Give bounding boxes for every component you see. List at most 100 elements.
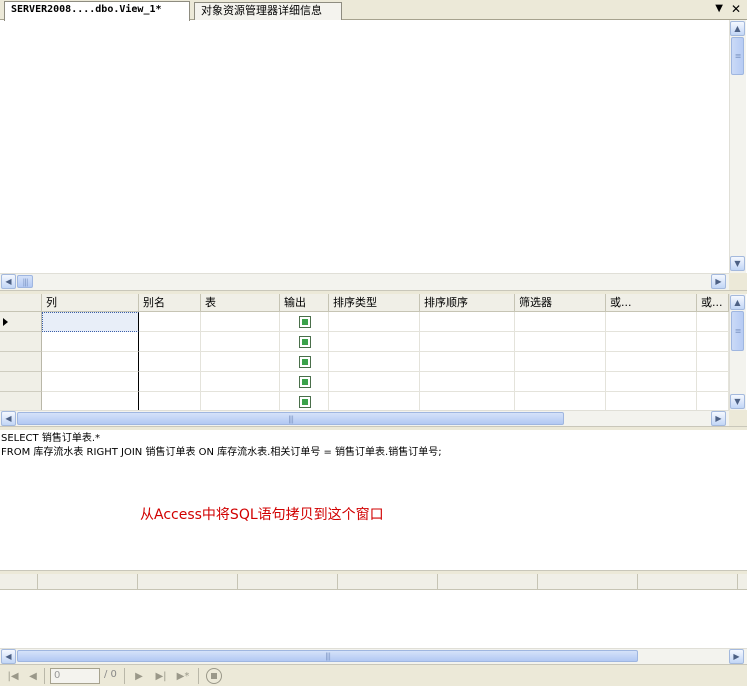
scroll-left-icon[interactable]: ◀ bbox=[1, 411, 16, 426]
grid-cell[interactable] bbox=[697, 312, 729, 332]
tab-object-explorer-details[interactable]: 对象资源管理器详细信息 bbox=[194, 2, 342, 20]
grid-cell[interactable] bbox=[420, 392, 515, 412]
scroll-left-icon[interactable]: ◀ bbox=[1, 649, 16, 664]
grid-horizontal-scrollbar[interactable]: ◀ ||| ▶ bbox=[0, 410, 729, 427]
grid-cell[interactable] bbox=[201, 352, 280, 372]
grid-cell[interactable] bbox=[420, 332, 515, 352]
grid-cell[interactable] bbox=[201, 312, 280, 332]
grid-cell[interactable] bbox=[139, 392, 201, 412]
grid-cell[interactable] bbox=[139, 312, 201, 332]
output-checkbox[interactable] bbox=[299, 356, 311, 368]
grid-cell[interactable] bbox=[420, 372, 515, 392]
grid-vertical-scrollbar[interactable]: ▲ ≡ ▼ bbox=[729, 294, 746, 411]
grid-cell-column[interactable] bbox=[42, 372, 139, 392]
new-record-icon[interactable]: ▶* bbox=[176, 669, 190, 683]
close-icon[interactable]: ✕ bbox=[731, 2, 741, 16]
grid-cell-output[interactable] bbox=[280, 332, 329, 352]
current-record-input[interactable]: 0 bbox=[50, 668, 100, 684]
scroll-down-icon[interactable]: ▼ bbox=[730, 256, 745, 271]
output-checkbox[interactable] bbox=[299, 336, 311, 348]
grid-cell[interactable] bbox=[606, 332, 697, 352]
grid-cell[interactable] bbox=[201, 332, 280, 352]
output-checkbox[interactable] bbox=[299, 396, 311, 408]
scroll-thumb[interactable]: ≡ bbox=[731, 311, 744, 351]
grid-cell[interactable] bbox=[139, 372, 201, 392]
results-horizontal-scrollbar[interactable]: ◀ ||| ▶ bbox=[0, 648, 747, 664]
sql-line[interactable]: FROM 库存流水表 RIGHT JOIN 销售订单表 ON 库存流水表.相关订… bbox=[0, 446, 747, 460]
grid-cell[interactable] bbox=[201, 372, 280, 392]
grid-cell[interactable] bbox=[329, 312, 420, 332]
grid-cell[interactable] bbox=[606, 312, 697, 332]
scroll-right-icon[interactable]: ▶ bbox=[711, 411, 726, 426]
row-selector[interactable] bbox=[0, 352, 42, 372]
grid-header-or-1[interactable]: 或... bbox=[606, 294, 697, 312]
scroll-thumb[interactable]: ≡ bbox=[731, 37, 744, 75]
grid-cell[interactable] bbox=[139, 352, 201, 372]
grid-cell[interactable] bbox=[329, 392, 420, 412]
grid-cell-column[interactable] bbox=[42, 332, 139, 352]
grid-header-output[interactable]: 输出 bbox=[280, 294, 329, 312]
grid-cell-column[interactable] bbox=[42, 312, 139, 332]
grid-cell-output[interactable] bbox=[280, 392, 329, 412]
scroll-down-icon[interactable]: ▼ bbox=[730, 394, 745, 409]
grid-header-column[interactable]: 列 bbox=[42, 294, 139, 312]
row-selector[interactable] bbox=[0, 372, 42, 392]
grid-cell[interactable] bbox=[515, 392, 606, 412]
grid-cell[interactable] bbox=[515, 332, 606, 352]
scroll-up-icon[interactable]: ▲ bbox=[730, 295, 745, 310]
grid-header-sort-type[interactable]: 排序类型 bbox=[329, 294, 420, 312]
table-row[interactable] bbox=[0, 352, 729, 372]
tab-view-designer[interactable]: SERVER2008....dbo.View_1* bbox=[4, 1, 190, 21]
diagram-horizontal-scrollbar[interactable]: ◀ ||| ▶ bbox=[0, 273, 729, 290]
scroll-thumb[interactable]: ||| bbox=[17, 412, 564, 425]
grid-cell[interactable] bbox=[329, 372, 420, 392]
grid-cell-column[interactable] bbox=[42, 392, 139, 412]
grid-header-alias[interactable]: 别名 bbox=[139, 294, 201, 312]
diagram-vertical-scrollbar[interactable]: ▲ ≡ ▼ bbox=[729, 20, 746, 273]
grid-cell-output[interactable] bbox=[280, 312, 329, 332]
grid-cell[interactable] bbox=[697, 352, 729, 372]
output-checkbox[interactable] bbox=[299, 376, 311, 388]
results-pane[interactable]: ◀ ||| ▶ bbox=[0, 574, 747, 664]
previous-record-icon[interactable]: ◀ bbox=[26, 669, 40, 683]
grid-cell[interactable] bbox=[606, 372, 697, 392]
next-record-icon[interactable]: ▶ bbox=[132, 669, 146, 683]
grid-cell[interactable] bbox=[329, 332, 420, 352]
scroll-up-icon[interactable]: ▲ bbox=[730, 21, 745, 36]
grid-cell[interactable] bbox=[420, 312, 515, 332]
table-row[interactable] bbox=[0, 392, 729, 412]
grid-cell[interactable] bbox=[515, 312, 606, 332]
grid-cell[interactable] bbox=[606, 392, 697, 412]
grid-cell-output[interactable] bbox=[280, 352, 329, 372]
grid-header-filter[interactable]: 筛选器 bbox=[515, 294, 606, 312]
grid-cell[interactable] bbox=[515, 372, 606, 392]
scroll-right-icon[interactable]: ▶ bbox=[729, 649, 744, 664]
grid-cell[interactable] bbox=[606, 352, 697, 372]
grid-cell[interactable] bbox=[139, 332, 201, 352]
scroll-left-icon[interactable]: ◀ bbox=[1, 274, 16, 289]
grid-cell-column[interactable] bbox=[42, 352, 139, 372]
grid-cell[interactable] bbox=[420, 352, 515, 372]
first-record-icon[interactable]: |◀ bbox=[6, 669, 20, 683]
diagram-pane[interactable]: ▲ ≡ ▼ ◀ ||| ▶ bbox=[0, 20, 747, 290]
last-record-icon[interactable]: ▶| bbox=[154, 669, 168, 683]
sql-line[interactable]: SELECT 销售订单表.* bbox=[0, 430, 747, 446]
grid-cell[interactable] bbox=[515, 352, 606, 372]
table-row[interactable] bbox=[0, 312, 729, 332]
output-checkbox[interactable] bbox=[299, 316, 311, 328]
grid-cell-output[interactable] bbox=[280, 372, 329, 392]
scroll-thumb[interactable]: ||| bbox=[17, 275, 33, 288]
row-selector[interactable] bbox=[0, 332, 42, 352]
grid-header-or-2[interactable]: 或... bbox=[697, 294, 729, 312]
grid-cell[interactable] bbox=[201, 392, 280, 412]
row-selector[interactable] bbox=[0, 312, 42, 332]
scroll-thumb[interactable]: ||| bbox=[17, 650, 638, 662]
stop-icon[interactable] bbox=[206, 668, 222, 684]
grid-header-sort-order[interactable]: 排序顺序 bbox=[420, 294, 515, 312]
grid-cell[interactable] bbox=[697, 332, 729, 352]
row-selector[interactable] bbox=[0, 392, 42, 412]
scroll-right-icon[interactable]: ▶ bbox=[711, 274, 726, 289]
grid-header-table[interactable]: 表 bbox=[201, 294, 280, 312]
grid-cell[interactable] bbox=[697, 392, 729, 412]
chevron-down-icon[interactable]: ▼ bbox=[715, 3, 723, 14]
